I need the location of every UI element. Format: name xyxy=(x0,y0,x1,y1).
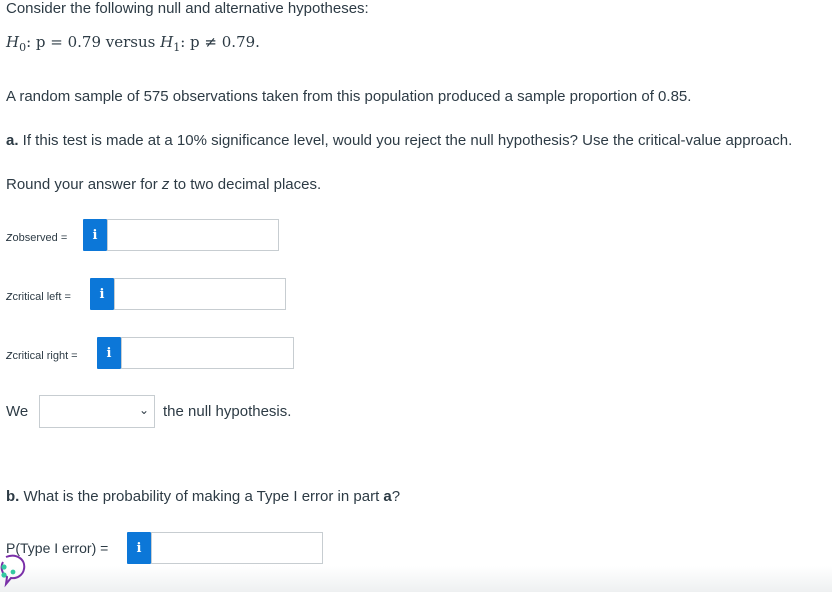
h0-symbol: H xyxy=(6,33,20,51)
round-note: Round your answer for z to two decimal p… xyxy=(6,176,321,193)
info-icon[interactable]: i xyxy=(83,219,107,251)
equals-sign: = xyxy=(61,291,71,303)
chevron-down-icon: ⌄ xyxy=(138,403,149,417)
h1-symbol: H xyxy=(160,33,174,51)
z-observed-sub: observed xyxy=(12,232,58,244)
bottom-fade xyxy=(0,566,832,592)
equals-sign: = xyxy=(57,232,68,244)
info-icon[interactable]: i xyxy=(127,532,151,564)
round-note-post: to two decimal places. xyxy=(169,176,322,193)
decision-select[interactable]: ⌄ xyxy=(39,395,155,428)
z-critical-left-label: zcritical left = xyxy=(6,288,71,303)
intro-text: Consider the following null and alternat… xyxy=(6,0,369,17)
z-observed-input[interactable] xyxy=(107,219,279,251)
round-note-pre: Round your answer for xyxy=(6,176,162,193)
decision-suffix: the null hypothesis. xyxy=(163,403,292,420)
z-critical-right-sub: critical right xyxy=(12,350,69,362)
h0-statement: : p = 0.79 versus xyxy=(26,33,161,51)
part-b-ref: a xyxy=(383,488,392,505)
sample-text: A random sample of 575 observations take… xyxy=(6,88,692,105)
chat-bubble-icon[interactable] xyxy=(0,553,30,589)
z-critical-left-sub: critical left xyxy=(12,291,62,303)
hypotheses: H0: p = 0.79 versus H1: p ≠ 0.79. xyxy=(6,33,260,54)
decision-prefix: We xyxy=(6,403,29,420)
z-critical-left-input[interactable] xyxy=(114,278,286,310)
z-critical-right-label: zcritical right = xyxy=(6,347,78,362)
z-critical-right-input[interactable] xyxy=(121,337,294,369)
part-b-end: ? xyxy=(391,488,401,505)
part-a-text: If this test is made at a 10% significan… xyxy=(18,132,793,149)
info-icon[interactable]: i xyxy=(97,337,121,369)
equals-sign: = xyxy=(68,350,78,362)
part-b-text: What is the probability of making a Type… xyxy=(19,488,384,505)
part-a-question: a. If this test is made at a 10% signifi… xyxy=(6,132,792,149)
part-b-question: b. What is the probability of making a T… xyxy=(6,488,400,505)
part-b-prefix: b. xyxy=(6,488,20,505)
h1-statement: : p ≠ 0.79. xyxy=(180,33,260,51)
part-a-prefix: a. xyxy=(6,132,19,149)
type-i-error-input[interactable] xyxy=(151,532,323,564)
info-icon[interactable]: i xyxy=(90,278,114,310)
z-observed-label: zobserved = xyxy=(6,229,67,244)
